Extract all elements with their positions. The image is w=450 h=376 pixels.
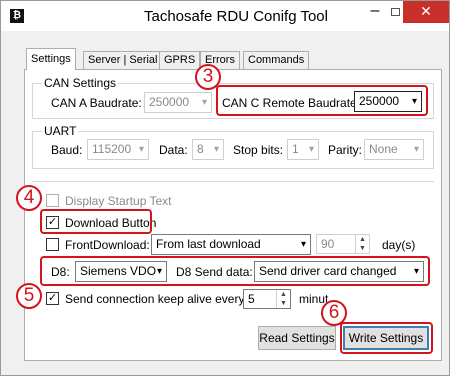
chevron-down-icon: ▾ [300, 239, 306, 250]
close-button[interactable]: ✕ [403, 1, 449, 23]
download-button-checkbox[interactable]: ✓ [46, 216, 59, 229]
chevron-down-icon: ▾ [138, 144, 144, 155]
tab-commands[interactable]: Commands [243, 51, 310, 69]
chevron-down-icon: ▾ [411, 96, 417, 107]
spin-arrows-icon[interactable]: ▲ ▼ [355, 235, 369, 253]
spin-arrows-icon[interactable]: ▲ ▼ [276, 290, 290, 308]
checkmark-icon: ✓ [47, 292, 58, 304]
chevron-down-icon: ▾ [213, 144, 219, 155]
uart-stop-bits-select[interactable]: 1 ▾ [287, 139, 319, 160]
uart-data-value: 8 [197, 142, 204, 156]
front-download-days-value: 90 [321, 237, 335, 251]
chevron-down-icon: ▾ [413, 266, 419, 277]
can-c-baudrate-label: CAN C Remote Baudrate : [222, 96, 364, 110]
window-title: Tachosafe RDU Conifg Tool [144, 8, 328, 25]
uart-stop-bits-label: Stop bits: [233, 143, 284, 157]
chevron-down-icon: ▾ [308, 144, 314, 155]
uart-data-select[interactable]: 8 ▾ [192, 139, 224, 160]
tab-gprs[interactable]: GPRS [159, 51, 201, 69]
maximize-icon [391, 8, 400, 16]
uart-stop-bits-value: 1 [292, 142, 299, 156]
d8-send-data-select[interactable]: Send driver card changed ▾ [254, 261, 424, 282]
uart-parity-label: Parity: [328, 143, 363, 157]
uart-title: UART [42, 124, 79, 138]
front-download-value: From last download [156, 237, 261, 251]
keepalive-checkbox[interactable]: ✓ [46, 292, 59, 305]
section-divider [32, 181, 434, 182]
d8-select[interactable]: Siemens VDO ▾ [75, 261, 167, 282]
can-a-baudrate-label: CAN A Baudrate: [51, 96, 142, 110]
uart-baud-label: Baud: [51, 143, 83, 157]
chevron-down-icon: ▾ [201, 97, 207, 108]
d8-label: D8: [51, 265, 70, 279]
d8-value: Siemens VDO [80, 264, 157, 278]
uart-parity-select[interactable]: None ▾ [364, 139, 424, 160]
front-download-checkbox[interactable] [46, 238, 59, 251]
write-settings-button[interactable]: Write Settings [343, 326, 429, 350]
front-download-label: FrontDownload: [65, 238, 150, 252]
app-icon: ₿ [10, 9, 24, 23]
can-c-baudrate-value: 250000 [359, 94, 400, 108]
keepalive-stepper[interactable]: 5 ▲ ▼ [243, 289, 291, 309]
chevron-down-icon: ▾ [413, 144, 419, 155]
read-settings-button[interactable]: Read Settings [258, 326, 336, 350]
keepalive-label: Send connection keep alive every: [65, 292, 248, 306]
app-window: ₿ Tachosafe RDU Conifg Tool – ✕ Settings… [0, 0, 450, 376]
d8-send-data-value: Send driver card changed [259, 264, 397, 278]
display-startup-checkbox[interactable] [46, 194, 59, 207]
download-button-label: Download Button [65, 216, 157, 230]
annotation-marker-6: 6 [321, 300, 347, 326]
annotation-marker-3: 3 [195, 64, 221, 90]
annotation-marker-5: 5 [16, 283, 42, 309]
chevron-down-icon: ▾ [156, 266, 162, 277]
can-c-baudrate-select[interactable]: 250000 ▾ [354, 91, 422, 112]
d8-send-data-label: D8 Send data: [176, 265, 253, 279]
front-download-days-stepper[interactable]: 90 ▲ ▼ [316, 234, 370, 254]
keepalive-value: 5 [248, 292, 255, 306]
display-startup-label: Display Startup Text [65, 194, 172, 208]
tab-server-serial[interactable]: Server | Serial [83, 51, 163, 69]
uart-baud-value: 115200 [92, 142, 132, 156]
annotation-marker-4: 4 [16, 185, 42, 211]
title-bar[interactable]: ₿ Tachosafe RDU Conifg Tool – ✕ [1, 1, 449, 31]
uart-parity-value: None [369, 142, 398, 156]
checkmark-icon: ✓ [47, 216, 58, 228]
can-a-baudrate-value: 250000 [149, 95, 190, 109]
can-settings-title: CAN Settings [42, 76, 119, 90]
uart-data-label: Data: [159, 143, 188, 157]
days-unit-label: day(s) [382, 238, 416, 252]
tab-settings[interactable]: Settings [26, 48, 76, 70]
front-download-select[interactable]: From last download ▾ [151, 234, 311, 255]
can-a-baudrate-select[interactable]: 250000 ▾ [144, 92, 212, 113]
uart-baud-select[interactable]: 115200 ▾ [87, 139, 149, 160]
